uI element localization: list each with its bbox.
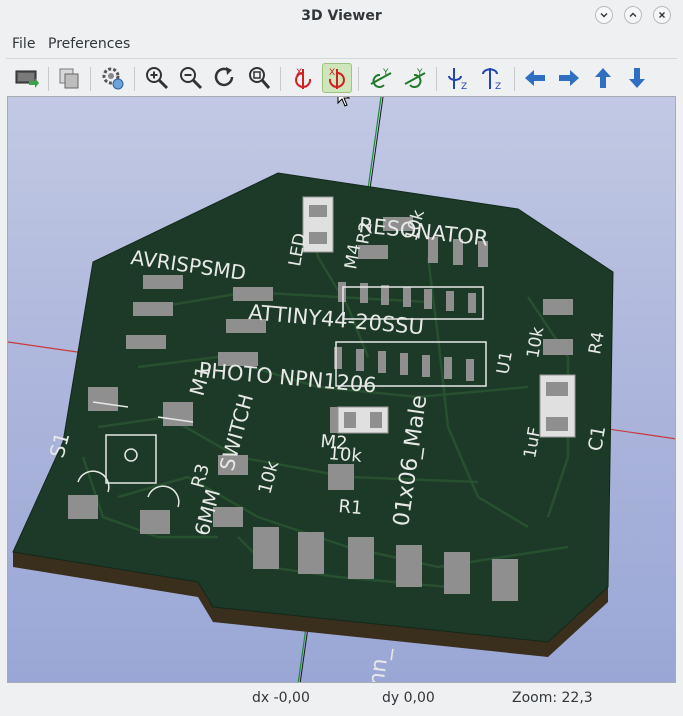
- zoom-out-button[interactable]: [176, 63, 206, 93]
- rotate-y-cw-icon: Y: [370, 68, 392, 88]
- title-bar: 3D Viewer: [0, 0, 683, 32]
- rotate-z-cw-icon: Z: [448, 68, 467, 91]
- silk-c1: C1: [584, 424, 610, 453]
- toolbar-separator: [48, 67, 49, 91]
- zoom-fit-button[interactable]: [244, 63, 274, 93]
- close-button[interactable]: [653, 6, 671, 24]
- menu-bar: File Preferences: [0, 32, 683, 56]
- close-icon: [659, 12, 665, 18]
- arrow-down-icon: [629, 68, 645, 88]
- svg-text:X: X: [329, 68, 335, 78]
- rotate-x-cw-icon: X: [295, 68, 312, 89]
- copy-to-clipboard-button[interactable]: [54, 63, 84, 93]
- mouse-cursor: [337, 97, 351, 107]
- toolbar-separator: [134, 67, 135, 91]
- status-zoom: Zoom: 22,3: [512, 690, 593, 706]
- zoom-out-icon: [180, 67, 203, 90]
- window-title: 3D Viewer: [301, 8, 382, 24]
- zoom-in-icon: [146, 67, 169, 90]
- menu-preferences[interactable]: Preferences: [46, 36, 132, 52]
- status-bar: dx -0,00 dy 0,00 Zoom: 22,3: [0, 686, 683, 712]
- reload-board-button[interactable]: [12, 63, 42, 93]
- silk-r2: R2: [353, 220, 377, 246]
- status-dy: dy 0,00: [382, 690, 435, 706]
- svg-text:Z: Z: [461, 82, 467, 91]
- resistor-component: [337, 406, 389, 434]
- toolbar-separator: [514, 67, 515, 91]
- silk-r4: R4: [585, 330, 609, 356]
- rotate-x-ccw-icon: X: [328, 68, 345, 89]
- capacitor-component: [539, 374, 576, 438]
- chevron-down-icon: [600, 13, 608, 18]
- pcb-3d-scene: AVRISPSMD RESONATOR ATTINY44-20SSU PHOTO…: [8, 97, 675, 683]
- silk-conn-prefix: nn_: [364, 645, 394, 683]
- toolbar-separator: [358, 67, 359, 91]
- rotate-z-ccw-icon: Z: [482, 68, 501, 91]
- render-settings-icon: [102, 67, 124, 90]
- move-left-button[interactable]: [520, 63, 550, 93]
- 3d-viewport[interactable]: AVRISPSMD RESONATOR ATTINY44-20SSU PHOTO…: [7, 96, 676, 683]
- menu-file[interactable]: File: [10, 36, 37, 52]
- toolbar-separator: [90, 67, 91, 91]
- chevron-up-icon: [629, 12, 637, 17]
- silk-10k-r1: 10k: [328, 443, 364, 467]
- redraw-icon: [214, 67, 234, 87]
- render-options-button[interactable]: [98, 63, 128, 93]
- reload-board-icon: [15, 70, 39, 88]
- rotate-y-ccw-button[interactable]: Y: [400, 63, 430, 93]
- redraw-button[interactable]: [210, 63, 240, 93]
- rotate-x-cw-button[interactable]: X: [288, 63, 318, 93]
- move-up-button[interactable]: [588, 63, 618, 93]
- toolbar: X X Y Y Z Z: [6, 58, 677, 96]
- svg-text:Z: Z: [495, 82, 501, 91]
- rotate-y-ccw-icon: Y: [404, 68, 426, 88]
- silk-u1: U1: [493, 349, 517, 375]
- arrow-up-icon: [595, 68, 611, 88]
- copy-clipboard-icon: [59, 68, 79, 89]
- maximize-button[interactable]: [624, 6, 642, 24]
- toolbar-separator: [280, 67, 281, 91]
- zoom-fit-icon: [249, 67, 271, 89]
- zoom-in-button[interactable]: [142, 63, 172, 93]
- silk-r1: R1: [338, 496, 364, 519]
- move-right-button[interactable]: [554, 63, 584, 93]
- arrow-left-icon: [525, 70, 545, 86]
- arrow-right-icon: [559, 70, 579, 86]
- minimize-button[interactable]: [595, 6, 613, 24]
- rotate-x-ccw-button[interactable]: X: [322, 63, 352, 93]
- rotate-y-cw-button[interactable]: Y: [366, 63, 396, 93]
- status-dx: dx -0,00: [252, 690, 310, 706]
- move-down-button[interactable]: [622, 63, 652, 93]
- toolbar-separator: [436, 67, 437, 91]
- rotate-z-cw-button[interactable]: Z: [444, 63, 474, 93]
- rotate-z-ccw-button[interactable]: Z: [478, 63, 508, 93]
